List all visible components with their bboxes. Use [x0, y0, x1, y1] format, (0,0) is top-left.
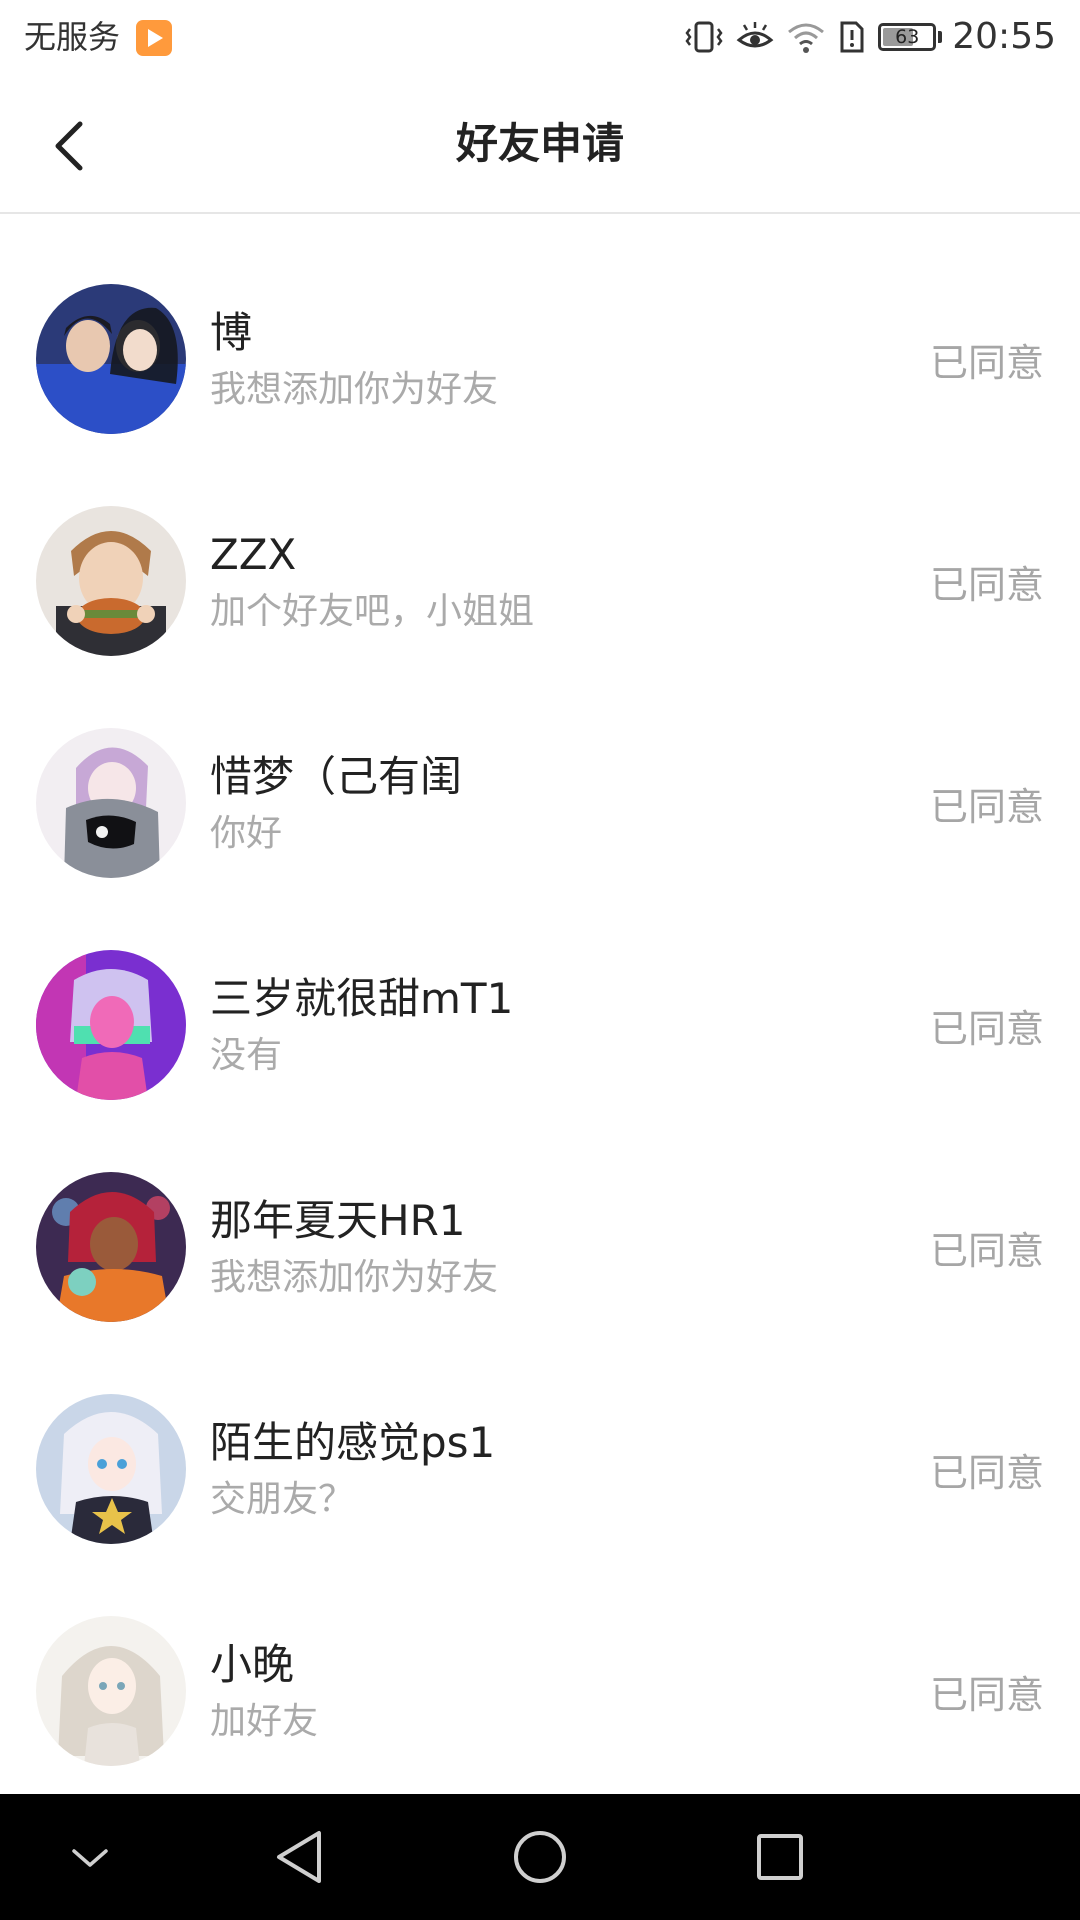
vibrate-icon	[684, 19, 724, 55]
list-item[interactable]: 小晚 加好友 已同意	[0, 1546, 1080, 1768]
nav-recents-button[interactable]	[740, 1817, 820, 1897]
carrier-label: 无服务	[24, 18, 121, 56]
request-message: 交朋友？	[210, 1479, 355, 1520]
requester-name: 三岁就很甜mT1	[210, 974, 514, 1023]
back-triangle-icon	[277, 1831, 321, 1883]
system-nav-bar	[0, 1794, 1080, 1920]
avatar[interactable]	[36, 950, 186, 1100]
requester-name: 陌生的感觉ps1	[210, 1418, 496, 1467]
home-circle-icon	[514, 1831, 566, 1883]
sim-alert-icon	[838, 19, 866, 55]
avatar[interactable]	[36, 1394, 186, 1544]
list-item[interactable]: 陌生的感觉ps1 交朋友？ 已同意	[0, 1324, 1080, 1546]
list-item[interactable]: 博 我想添加你为好友 已同意	[0, 214, 1080, 436]
battery-level: 63	[895, 26, 920, 48]
avatar[interactable]	[36, 284, 186, 434]
clock: 20:55	[952, 16, 1056, 57]
request-status: 已同意	[929, 1007, 1044, 1051]
requester-name: 博	[210, 308, 253, 357]
battery-tip	[938, 31, 943, 43]
status-icons: 63 20:55	[672, 14, 1056, 60]
requester-name: 惜梦（己有闺	[210, 752, 463, 801]
list-item[interactable]: 三岁就很甜mT1 没有 已同意	[0, 880, 1080, 1102]
nav-home-button[interactable]	[500, 1817, 580, 1897]
list-item[interactable]: 惜梦（己有闺 你好 已同意	[0, 658, 1080, 880]
request-status: 已同意	[929, 341, 1044, 385]
recents-square-icon	[757, 1834, 803, 1880]
request-message: 我想添加你为好友	[210, 1257, 499, 1298]
request-status: 已同意	[929, 1229, 1044, 1273]
request-status: 已同意	[929, 1673, 1044, 1717]
battery-icon: 63	[878, 23, 937, 51]
request-message: 加好友	[210, 1701, 319, 1742]
app-notification-icon	[136, 20, 172, 56]
collapse-icon	[72, 1849, 108, 1867]
request-message: 加个好友吧，小姐姐	[210, 591, 535, 632]
request-status: 已同意	[929, 1451, 1044, 1495]
wifi-icon	[786, 20, 826, 54]
request-status: 已同意	[929, 563, 1044, 607]
request-message: 我想添加你为好友	[210, 369, 499, 410]
nav-back-button[interactable]	[260, 1817, 340, 1897]
requester-name: 小晚	[210, 1640, 295, 1689]
collapse-button[interactable]	[50, 1817, 130, 1897]
request-message: 没有	[210, 1035, 283, 1076]
friend-request-list: 博 我想添加你为好友 已同意 ZZX 加个好友吧，小姐姐 已同意 惜梦（己有闺 …	[0, 214, 1080, 1794]
requester-name: 那年夏天HR1	[210, 1196, 466, 1245]
page-title: 好友申请	[455, 119, 624, 168]
avatar[interactable]	[36, 1172, 186, 1322]
avatar[interactable]	[36, 728, 186, 878]
requester-name: ZZX	[210, 530, 297, 579]
status-bar: 无服务 63 20:55	[0, 0, 1080, 76]
list-item[interactable]: ZZX 加个好友吧，小姐姐 已同意	[0, 436, 1080, 658]
title-bar: 好友申请	[0, 76, 1080, 214]
avatar[interactable]	[36, 1616, 186, 1766]
list-item[interactable]: 那年夏天HR1 我想添加你为好友 已同意	[0, 1102, 1080, 1324]
eye-comfort-icon	[736, 20, 774, 54]
request-message: 你好	[210, 813, 283, 854]
request-status: 已同意	[929, 785, 1044, 829]
avatar[interactable]	[36, 506, 186, 656]
